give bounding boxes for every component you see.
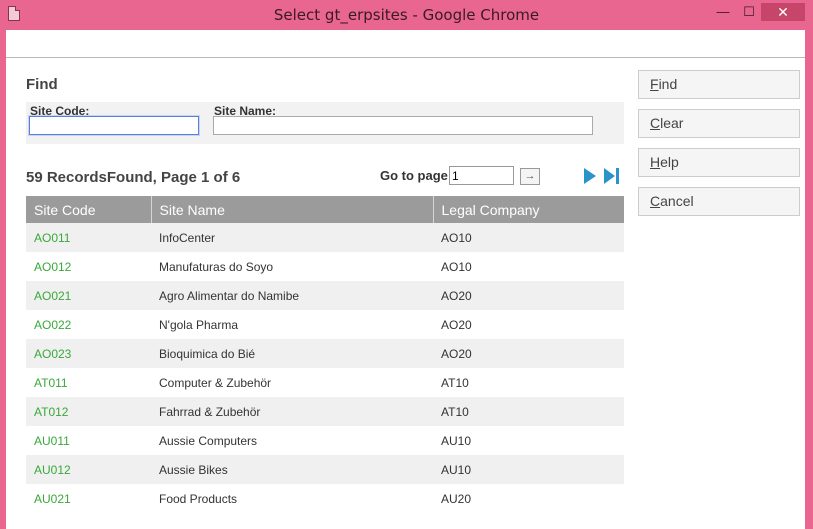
site-name-cell: N'gola Pharma: [151, 310, 433, 339]
goto-page-button[interactable]: →: [520, 168, 540, 185]
site-name-cell: Bioquimica do Bié: [151, 339, 433, 368]
arrow-right-icon: →: [524, 170, 536, 182]
search-panel: Site Code: Site Name:: [26, 102, 624, 144]
legal-company-cell: AO20: [433, 310, 624, 339]
table-row[interactable]: AO011 InfoCenter AO10: [26, 223, 624, 252]
legal-company-cell: AO20: [433, 339, 624, 368]
table-row[interactable]: AO012 Manufaturas do Soyo AO10: [26, 252, 624, 281]
site-name-cell: Aussie Computers: [151, 426, 433, 455]
legal-company-cell: AU10: [433, 426, 624, 455]
find-label: ind: [658, 76, 678, 92]
site-code-cell[interactable]: AO021: [26, 281, 151, 310]
column-header-legal-company[interactable]: Legal Company: [433, 196, 624, 223]
browser-window: Select gt_erpsites - Google Chrome — ☐ ✕…: [0, 0, 813, 529]
site-code-cell[interactable]: AO023: [26, 339, 151, 368]
table-row[interactable]: AU012 Aussie Bikes AU10: [26, 455, 624, 484]
title-bar: Select gt_erpsites - Google Chrome — ☐ ✕: [0, 0, 813, 30]
site-code-cell[interactable]: AO012: [26, 252, 151, 281]
clear-label: lear: [660, 115, 684, 131]
last-page-icon[interactable]: [603, 166, 621, 186]
help-label: elp: [660, 154, 679, 170]
site-code-cell[interactable]: AT011: [26, 368, 151, 397]
site-name-cell: Agro Alimentar do Namibe: [151, 281, 433, 310]
legal-company-cell: AU20: [433, 484, 624, 513]
legal-company-cell: AO20: [433, 281, 624, 310]
help-accel: H: [650, 154, 661, 170]
site-name-cell: Manufaturas do Soyo: [151, 252, 433, 281]
goto-page-label: Go to page: [380, 168, 448, 183]
table-row[interactable]: AO023 Bioquimica do Bié AO20: [26, 339, 624, 368]
find-accel: F: [650, 76, 659, 92]
minimize-button[interactable]: —: [712, 3, 734, 21]
site-code-cell[interactable]: AO011: [26, 223, 151, 252]
maximize-button[interactable]: ☐: [738, 3, 760, 21]
site-code-cell[interactable]: AU011: [26, 426, 151, 455]
legal-company-cell: AO10: [433, 223, 624, 252]
site-name-cell: Aussie Bikes: [151, 455, 433, 484]
column-header-site-name[interactable]: Site Name: [151, 196, 434, 223]
sites-table: Site Code Site Name Legal Company AO011 …: [26, 196, 624, 513]
goto-page-input[interactable]: [449, 166, 514, 185]
legal-company-cell: AT10: [433, 397, 624, 426]
find-heading: Find: [26, 76, 58, 93]
site-code-cell[interactable]: AU012: [26, 455, 151, 484]
site-name-cell: Food Products: [151, 484, 433, 513]
clear-accel: C: [650, 115, 661, 131]
legal-company-cell: AU10: [433, 455, 624, 484]
table-row[interactable]: AU021 Food Products AU20: [26, 484, 624, 513]
records-summary: 59 RecordsFound, Page 1 of 6: [26, 169, 241, 186]
site-code-input[interactable]: [29, 116, 199, 135]
site-name-cell: Computer & Zubehör: [151, 368, 433, 397]
site-code-cell[interactable]: AO022: [26, 310, 151, 339]
table-header-row: Site Code Site Name Legal Company: [26, 196, 624, 223]
cancel-button[interactable]: Cancel: [638, 187, 800, 216]
next-page-icon[interactable]: [583, 166, 597, 186]
table-row[interactable]: AO022 N'gola Pharma AO20: [26, 310, 624, 339]
table-row[interactable]: AO021 Agro Alimentar do Namibe AO20: [26, 281, 624, 310]
column-header-site-code[interactable]: Site Code: [26, 196, 152, 223]
site-name-input[interactable]: [213, 116, 593, 135]
find-button[interactable]: Find: [638, 70, 800, 99]
legal-company-cell: AT10: [433, 368, 624, 397]
site-name-cell: Fahrrad & Zubehör: [151, 397, 433, 426]
cancel-accel: C: [650, 193, 661, 209]
cancel-label: ancel: [660, 193, 694, 209]
table-row[interactable]: AT012 Fahrrad & Zubehör AT10: [26, 397, 624, 426]
table-row[interactable]: AU011 Aussie Computers AU10: [26, 426, 624, 455]
site-name-cell: InfoCenter: [151, 223, 433, 252]
dialog-content: Find Site Code: Site Name: 59 RecordsFou…: [6, 30, 805, 529]
toolbar-strip: [6, 30, 805, 58]
legal-company-cell: AO10: [433, 252, 624, 281]
close-button[interactable]: ✕: [761, 3, 805, 21]
help-button[interactable]: Help: [638, 148, 800, 177]
clear-button[interactable]: Clear: [638, 109, 800, 138]
table-row[interactable]: AT011 Computer & Zubehör AT10: [26, 368, 624, 397]
site-code-cell[interactable]: AT012: [26, 397, 151, 426]
site-code-cell[interactable]: AU021: [26, 484, 151, 513]
window-title: Select gt_erpsites - Google Chrome: [273, 6, 540, 24]
